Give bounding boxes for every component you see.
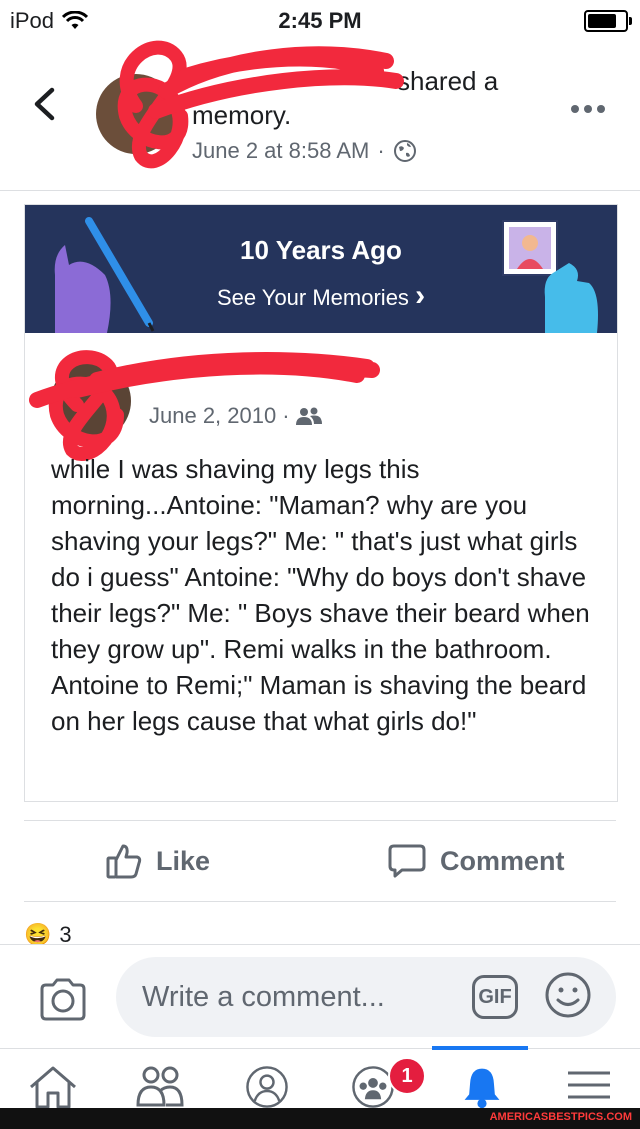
profile-icon[interactable] bbox=[240, 1065, 294, 1109]
comment-button[interactable]: Comment bbox=[388, 843, 565, 879]
active-tab-indicator bbox=[432, 1046, 528, 1050]
redaction-scribble bbox=[117, 40, 404, 169]
clock: 2:45 PM bbox=[278, 8, 362, 33]
see-memories-link[interactable]: See Your Memories › bbox=[25, 279, 617, 313]
chevron-left-icon bbox=[34, 87, 55, 121]
hand-pencil-illustration bbox=[54, 217, 155, 333]
camera-icon[interactable] bbox=[38, 977, 88, 1021]
watermark-text: AMERICASBESTPICS.COM bbox=[489, 1111, 632, 1123]
emoji-icon[interactable] bbox=[544, 971, 592, 1019]
more-options-button[interactable] bbox=[570, 88, 606, 122]
memories-banner[interactable]: 10 Years Ago See Your Memories › bbox=[25, 205, 617, 333]
post-redaction-scribble bbox=[29, 350, 380, 461]
banner-title: 10 Years Ago bbox=[240, 235, 402, 265]
post-actions: Like Comment bbox=[24, 820, 616, 902]
like-button[interactable]: Like bbox=[106, 843, 210, 879]
more-dots-icon bbox=[571, 105, 605, 113]
notifications-icon[interactable] bbox=[458, 1065, 506, 1109]
thumbs-up-icon bbox=[106, 844, 142, 879]
banner-subtitle: See Your Memories bbox=[216, 285, 409, 310]
battery-icon bbox=[584, 10, 632, 32]
watermark-bar: AMERICASBESTPICS.COM bbox=[0, 1108, 640, 1129]
comment-composer: GIF bbox=[0, 944, 640, 1049]
home-icon[interactable] bbox=[28, 1065, 78, 1109]
gif-button[interactable]: GIF bbox=[472, 975, 518, 1019]
back-button[interactable] bbox=[32, 82, 56, 132]
bottom-tab-bar: 1 bbox=[0, 1046, 640, 1109]
memory-card: 10 Years Ago See Your Memories › June 2,… bbox=[24, 204, 618, 802]
comment-label: Comment bbox=[440, 845, 565, 876]
friends-tab-icon[interactable] bbox=[134, 1065, 186, 1109]
chevron-right-icon: › bbox=[415, 279, 426, 312]
post-body-text: while I was shaving my legs this morning… bbox=[51, 454, 590, 736]
comment-bubble-icon bbox=[388, 844, 426, 878]
groups-notification-badge: 1 bbox=[388, 1057, 426, 1095]
like-label: Like bbox=[156, 845, 211, 876]
post-header: shared a memory. June 2 at 8:58 AM · bbox=[0, 40, 640, 191]
comment-input[interactable] bbox=[116, 957, 616, 1037]
menu-icon[interactable] bbox=[566, 1065, 612, 1105]
